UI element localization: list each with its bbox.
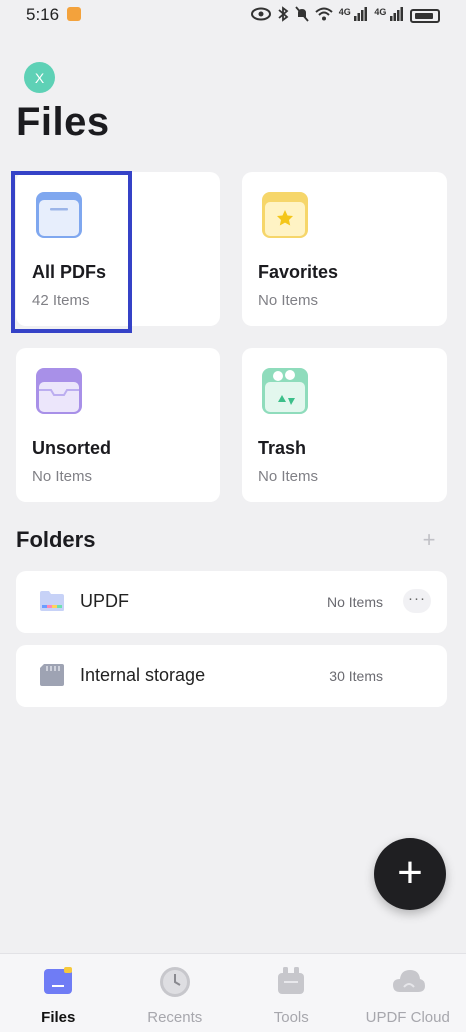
folder-name: UPDF	[80, 591, 129, 612]
sd-card-icon	[40, 664, 64, 686]
bottom-nav: Files Recents Tools UPDF Cloud	[0, 953, 466, 1032]
card-unsorted[interactable]: Unsorted No Items	[16, 348, 220, 502]
add-folder-button[interactable]: +	[418, 529, 440, 551]
avatar[interactable]: X	[24, 62, 55, 93]
card-subtitle: No Items	[258, 292, 318, 309]
nav-item-tools[interactable]: Tools	[233, 954, 350, 1032]
avatar-initial: X	[35, 70, 44, 86]
mute-icon	[295, 6, 309, 25]
signal-icon-2: 4G	[374, 7, 404, 24]
page-title: Files	[16, 100, 110, 145]
folder-icon	[40, 590, 64, 612]
folder-name: Internal storage	[80, 665, 205, 686]
selection-highlight	[11, 171, 132, 333]
more-options-button[interactable]: ···	[403, 589, 431, 613]
folder-row-updf[interactable]: UPDF No Items ···	[16, 571, 447, 633]
cloud-icon	[392, 966, 424, 996]
tray-icon	[36, 368, 82, 414]
card-title: Unsorted	[32, 438, 111, 459]
nav-label: UPDF Cloud	[350, 1009, 466, 1026]
card-trash[interactable]: Trash No Items	[242, 348, 447, 502]
clock-icon	[159, 966, 191, 996]
recycle-icon	[262, 368, 308, 414]
card-title: Favorites	[258, 262, 338, 283]
nav-label: Tools	[233, 1009, 350, 1026]
app-notification-icon	[67, 7, 81, 21]
folder-count: No Items	[327, 594, 383, 610]
signal-icon-1: 4G	[339, 7, 369, 24]
nav-label: Files	[0, 1009, 117, 1026]
nav-label: Recents	[117, 1009, 234, 1026]
card-subtitle: No Items	[32, 468, 92, 485]
battery-icon	[410, 9, 440, 23]
card-title: Trash	[258, 438, 306, 459]
folders-title: Folders	[16, 527, 95, 553]
star-icon	[262, 192, 308, 238]
folder-row-internal-storage[interactable]: Internal storage 30 Items	[16, 645, 447, 707]
status-bar: 5:16 4G 4G	[0, 0, 466, 34]
nav-item-updf-cloud[interactable]: UPDF Cloud	[350, 954, 466, 1032]
nav-item-recents[interactable]: Recents	[117, 954, 234, 1032]
status-time: 5:16	[26, 5, 59, 25]
folder-count: 30 Items	[329, 668, 383, 684]
toolbox-icon	[275, 966, 307, 996]
wifi-icon	[315, 7, 333, 24]
card-favorites[interactable]: Favorites No Items	[242, 172, 447, 326]
add-button[interactable]: +	[374, 838, 446, 910]
files-icon	[42, 966, 74, 996]
eye-icon	[251, 7, 271, 24]
nav-item-files[interactable]: Files	[0, 954, 117, 1032]
plus-icon: +	[397, 848, 423, 897]
status-icons: 4G 4G	[251, 6, 440, 25]
card-subtitle: No Items	[258, 468, 318, 485]
bluetooth-icon	[277, 6, 289, 25]
